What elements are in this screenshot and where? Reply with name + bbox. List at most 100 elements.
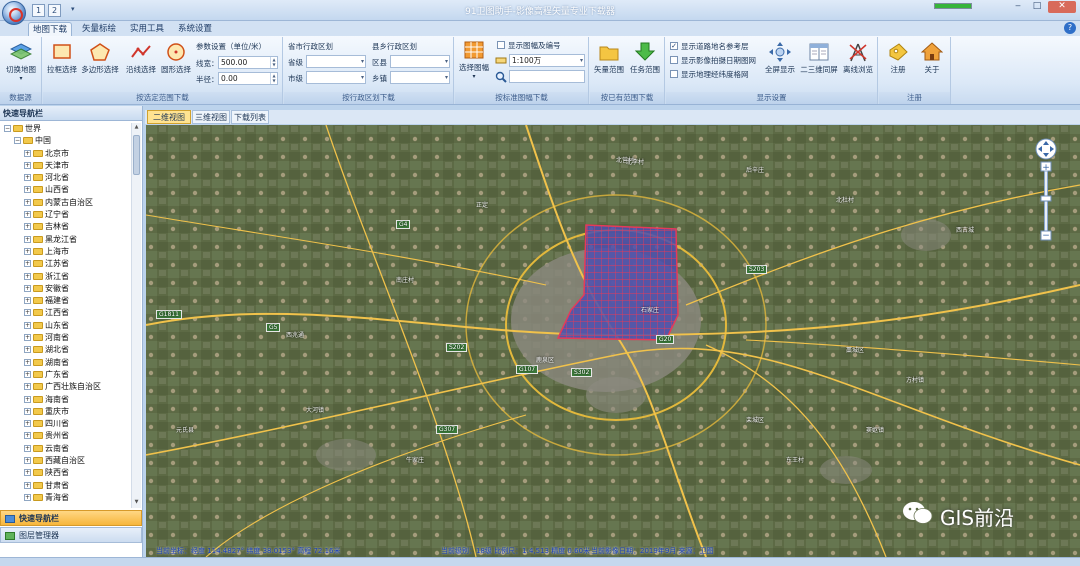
app-menu-button[interactable] [2,1,26,25]
tab-3d-view[interactable]: 三维视图 [192,110,230,124]
box-select-button[interactable]: 拉框选择 [45,42,79,75]
expand-icon[interactable]: + [24,420,31,428]
tree-item[interactable]: + 江苏省 [0,258,131,270]
town-select[interactable]: ▾ [390,71,450,84]
expand-icon[interactable]: + [24,370,31,378]
expand-icon[interactable]: + [24,161,31,169]
expand-icon[interactable]: + [24,211,31,219]
tree-item[interactable]: + 浙江省 [0,271,131,283]
expand-icon[interactable]: + [24,247,31,255]
tree-item[interactable]: + 湖南省 [0,357,131,369]
dual-screen-button[interactable]: 二三维同屏 [799,42,839,75]
expand-icon[interactable]: + [24,260,31,268]
expand-icon[interactable]: + [24,346,31,354]
offline-browse-button[interactable]: 离线浏览 [840,42,876,75]
collapse-icon[interactable]: − [14,137,21,145]
polyline-select-button[interactable]: 沿线选择 [124,42,158,75]
tree-item[interactable]: + 江西省 [0,307,131,319]
expand-icon[interactable]: + [24,297,31,305]
roadnet-checkbox[interactable]: ✓ [670,42,678,50]
expand-icon[interactable]: + [24,223,31,231]
maximize-button[interactable]: □ [1029,1,1045,13]
expand-icon[interactable]: + [24,186,31,194]
collapse-icon[interactable]: − [4,125,11,132]
region-tree[interactable]: − 世界 − 中国 + 北京市 + 天津市 + 河北省 + 山西省 + 内蒙古自治区 + 辽宁省 + 吉林省 + 黑龙… [0,123,131,508]
radius-input[interactable]: 0.00 ▲ ▼ [218,72,278,85]
tree-item[interactable]: + 陕西省 [0,467,131,479]
expand-icon[interactable]: + [24,309,31,317]
tree-item[interactable]: + 湖北省 [0,344,131,356]
scroll-up-icon[interactable]: ▲ [133,124,140,132]
line-width-input[interactable]: 500.00 ▲ ▼ [218,56,278,69]
tree-item[interactable]: + 山西省 [0,184,131,196]
tree-item[interactable]: + 河南省 [0,332,131,344]
tree-item[interactable]: + 内蒙古自治区 [0,197,131,209]
expand-icon[interactable]: + [24,198,31,206]
vector-range-button[interactable]: 矢量范围 [592,42,626,75]
tree-item[interactable]: + 四川省 [0,418,131,430]
tab-download-list[interactable]: 下载列表 [231,110,269,124]
expand-icon[interactable]: + [24,174,31,182]
radius-spinner[interactable]: ▲ ▼ [270,73,277,84]
tree-item[interactable]: + 福建省 [0,295,131,307]
circle-select-button[interactable]: 圆形选择 [159,42,193,75]
expand-icon[interactable]: + [24,444,31,452]
expand-icon[interactable]: + [24,493,31,501]
polygon-select-button[interactable]: 多边形选择 [80,42,120,75]
expand-icon[interactable]: + [24,334,31,342]
line-width-spinner[interactable]: ▲ ▼ [270,57,277,68]
tree-item[interactable]: + 贵州省 [0,430,131,442]
fullscreen-button[interactable]: 全屏显示 [762,42,798,75]
scroll-thumb[interactable] [133,135,140,175]
expand-icon[interactable]: + [24,469,31,477]
close-button[interactable]: ✕ [1048,1,1076,13]
tree-item[interactable]: − 中国 [0,135,131,147]
tree-item[interactable]: + 甘肃省 [0,480,131,492]
expand-icon[interactable]: + [24,457,31,465]
tree-item[interactable]: + 重庆市 [0,406,131,418]
tree-item[interactable]: − 世界 [0,123,131,135]
tree-item[interactable]: + 海南省 [0,394,131,406]
satellite-map[interactable]: 北营村 北李村 南庄村 后辛庄 石家庄 正定 鹿泉区 元氏县 栾城区 藁城区 西兆通 北杜村 牛家庄 西古… [146,125,1080,557]
zoom-slider-thumb[interactable] [1040,195,1052,202]
expand-icon[interactable]: + [24,272,31,280]
tab-map-download[interactable]: 地图下载 [28,22,72,36]
expand-icon[interactable]: + [24,481,31,489]
about-button[interactable]: 关于 [915,42,949,75]
tree-item[interactable]: + 安徽省 [0,283,131,295]
minimize-button[interactable]: ‒ [1010,1,1026,13]
switch-map-button[interactable]: 切换地图 ▾ [2,42,40,82]
expand-icon[interactable]: + [24,395,31,403]
tab-utilities[interactable]: 实用工具 [126,22,168,36]
select-sheet-button[interactable]: 选择图幅 ▾ [457,40,491,80]
task-range-button[interactable]: 任务范围 [628,42,662,75]
scroll-down-icon[interactable]: ▼ [133,499,140,507]
city-select[interactable]: ▾ [306,71,366,84]
tab-layer-manager[interactable]: 图层管理器 [0,527,142,543]
latlon-grid-checkbox[interactable] [670,70,678,78]
tree-item[interactable]: + 青海省 [0,492,131,504]
tree-scrollbar[interactable]: ▲ ▼ [131,123,141,508]
expand-icon[interactable]: + [24,358,31,366]
sheet-number-input[interactable] [509,70,585,83]
province-select[interactable]: ▾ [306,55,366,68]
expand-icon[interactable]: + [24,407,31,415]
tree-item[interactable]: + 上海市 [0,246,131,258]
help-icon[interactable]: ? [1064,22,1076,34]
tree-item[interactable]: + 云南省 [0,443,131,455]
county-select[interactable]: ▾ [390,55,450,68]
tree-item[interactable]: + 北京市 [0,148,131,160]
tree-item[interactable]: + 广西壮族自治区 [0,381,131,393]
tab-system-settings[interactable]: 系统设置 [174,22,216,36]
tab-2d-view[interactable]: 二维视图 [147,110,191,124]
tree-item[interactable]: + 山东省 [0,320,131,332]
show-sheet-checkbox[interactable] [497,41,505,49]
tree-item[interactable]: + 天津市 [0,160,131,172]
expand-icon[interactable]: + [24,284,31,292]
expand-icon[interactable]: + [24,149,31,157]
magnifier-icon[interactable] [495,71,507,83]
tree-item[interactable]: + 广东省 [0,369,131,381]
expand-icon[interactable]: + [24,432,31,440]
tab-vector-plot[interactable]: 矢量标绘 [78,22,120,36]
tree-item[interactable]: + 黑龙江省 [0,234,131,246]
